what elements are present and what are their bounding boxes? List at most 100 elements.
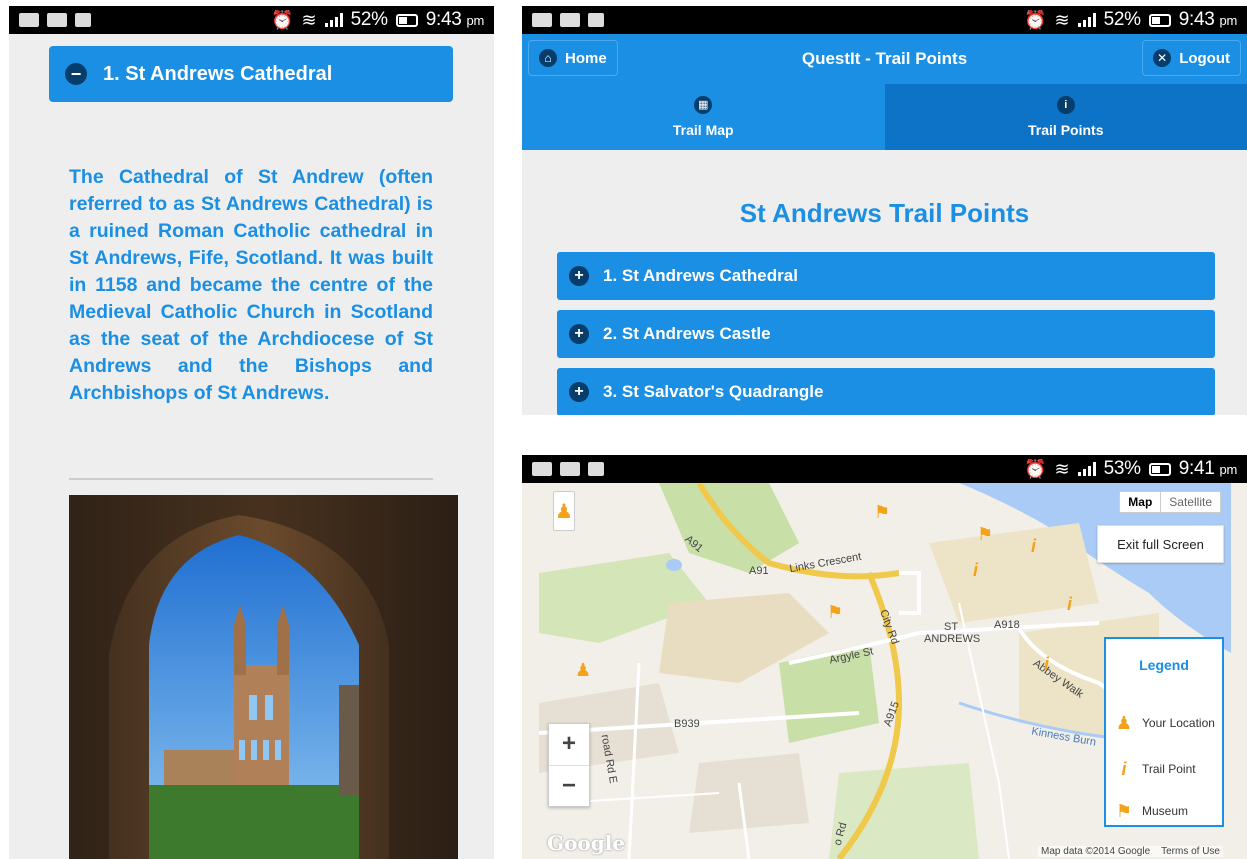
trail-item-cathedral[interactable]: + 1. St Andrews Cathedral — [557, 252, 1215, 300]
person-icon: ♟ — [575, 660, 592, 680]
alarm-icon: ⏰ — [1024, 10, 1047, 30]
trail-item-label: 1. St Andrews Cathedral — [603, 266, 798, 285]
zoom-out-button[interactable]: − — [549, 764, 589, 807]
trail-item-quadrangle[interactable]: + 3. St Salvator's Quadrangle — [557, 368, 1215, 415]
map-type-satellite-button[interactable]: Satellite — [1160, 492, 1220, 512]
terms-of-use-link[interactable]: Terms of Use — [1161, 846, 1220, 857]
map-type-map-button[interactable]: Map — [1120, 492, 1160, 512]
trail-points-heading: St Andrews Trail Points — [739, 198, 1030, 228]
cathedral-description: The Cathedral of St Andrew (often referr… — [69, 166, 433, 404]
minus-circle-icon: − — [65, 63, 87, 85]
person-icon: ♟ — [555, 500, 573, 523]
logout-label: Logout — [1179, 49, 1230, 67]
signal-icon — [1077, 462, 1096, 476]
tab-trail-points[interactable]: i Trail Points — [884, 84, 1247, 150]
logout-button[interactable]: ✕ Logout — [1142, 40, 1241, 76]
collapsible-header-cathedral[interactable]: − 1. St Andrews Cathedral — [49, 46, 453, 102]
keyboard-icon — [560, 13, 580, 27]
plus-circle-icon: + — [569, 266, 589, 286]
alarm-icon: ⏰ — [271, 10, 294, 30]
notification-icon — [532, 13, 552, 27]
info-marker-icon[interactable]: i — [973, 561, 978, 579]
bbm-icon — [588, 13, 604, 27]
notification-icon — [532, 462, 552, 476]
flag-icon[interactable]: ⚑ — [827, 603, 843, 621]
app-header: QuestIt - Trail Points ⌂ Home ✕ Logout — [522, 34, 1247, 84]
zoom-control: + − — [548, 723, 590, 807]
notification-icon — [19, 13, 39, 27]
battery-percent: 52% — [1103, 9, 1141, 30]
google-logo: Google — [547, 831, 626, 855]
status-right-icons: ⏰ ≋ 52% 9:43 pm — [1024, 9, 1237, 31]
clock: 9:43 pm — [425, 9, 485, 30]
alarm-icon: ⏰ — [1024, 459, 1047, 479]
person-icon: ♟ — [1115, 712, 1133, 733]
legend-item-museum: ⚑ Museum — [1106, 799, 1222, 823]
map-label-b939: B939 — [674, 718, 700, 730]
divider — [69, 478, 433, 480]
battery-icon — [395, 13, 418, 27]
status-left-icons — [19, 13, 91, 27]
trail-item-castle[interactable]: + 2. St Andrews Castle — [557, 310, 1215, 358]
info-icon: i — [1056, 96, 1075, 114]
close-icon: ✕ — [1153, 49, 1172, 67]
battery-percent: 52% — [350, 9, 388, 30]
map-label-andrews: ANDREWS — [924, 633, 981, 645]
zoom-in-button[interactable]: + — [549, 724, 589, 765]
plus-circle-icon: + — [569, 382, 589, 402]
legend-title: Legend — [1139, 657, 1189, 673]
home-label: Home — [565, 49, 607, 67]
map-label-st: ST — [944, 621, 959, 633]
home-button[interactable]: ⌂ Home — [528, 40, 618, 76]
trail-points-screen: ⏰ ≋ 52% 9:43 pm QuestIt - Trail Points ⌂… — [522, 6, 1247, 415]
legend-item-trail-point: i Trail Point — [1106, 757, 1222, 781]
legend-item-your-location: ♟ Your Location — [1106, 711, 1222, 735]
status-bar: ⏰ ≋ 53% 9:41 pm — [522, 455, 1247, 483]
tab-label: Trail Points — [1028, 122, 1104, 138]
battery-icon — [1148, 13, 1171, 27]
flag-icon[interactable]: ⚑ — [977, 525, 993, 543]
info-marker-icon[interactable]: i — [1044, 655, 1049, 673]
trail-map-screen: ⏰ ≋ 53% 9:41 pm A91 A91 Links Crescent C… — [522, 455, 1247, 859]
bbm-icon — [588, 462, 604, 476]
map-type-toggle: Map Satellite — [1119, 491, 1221, 513]
cathedral-detail-screen: ⏰ ≋ 52% 9:43 pm − 1. St Andrews Cathedra… — [9, 6, 494, 859]
status-right-icons: ⏰ ≋ 52% 9:43 pm — [271, 9, 484, 31]
trail-map[interactable]: A91 A91 Links Crescent City Rd ST ANDREW… — [539, 483, 1231, 859]
trail-item-label: 2. St Andrews Castle — [603, 324, 771, 343]
battery-icon — [1148, 462, 1171, 476]
exit-full-screen-button[interactable]: Exit full Screen — [1097, 525, 1224, 563]
status-bar: ⏰ ≋ 52% 9:43 pm — [522, 6, 1247, 34]
info-marker-icon: i — [1121, 758, 1127, 779]
page-title: QuestIt - Trail Points — [801, 49, 968, 68]
flag-icon[interactable]: ⚑ — [874, 503, 890, 521]
info-marker-icon[interactable]: i — [1067, 595, 1072, 613]
map-label-a91: A91 — [749, 565, 769, 577]
signal-icon — [1077, 13, 1096, 27]
trail-item-label: 3. St Salvator's Quadrangle — [603, 382, 824, 401]
signal-icon — [324, 13, 343, 27]
legend-label: Museum — [1142, 804, 1189, 818]
tab-label: Trail Map — [672, 122, 734, 138]
wifi-icon: ≋ — [301, 10, 317, 30]
status-left-icons — [532, 13, 604, 27]
info-marker-icon[interactable]: i — [1031, 537, 1036, 555]
map-data-credit: Map data ©2014 Google — [1041, 846, 1151, 857]
grid-icon: ▦ — [694, 96, 713, 114]
battery-percent: 53% — [1103, 458, 1141, 479]
keyboard-icon — [560, 462, 580, 476]
map-attribution: Map data ©2014 Google Terms of Use — [1038, 846, 1223, 857]
flag-icon: ⚑ — [1115, 800, 1133, 821]
cathedral-arch-image — [69, 495, 458, 859]
home-icon: ⌂ — [539, 49, 557, 67]
map-legend: Legend ♟ Your Location i Trail Point ⚑ M… — [1104, 637, 1224, 827]
street-view-pegman[interactable]: ♟ — [553, 491, 575, 531]
map-label-a918: A918 — [994, 619, 1020, 631]
bbm-icon — [75, 13, 91, 27]
cathedral-photo — [69, 495, 458, 859]
status-left-icons — [532, 462, 604, 476]
plus-circle-icon: + — [569, 324, 589, 344]
tab-trail-map[interactable]: ▦ Trail Map — [522, 84, 885, 150]
collapsible-title: 1. St Andrews Cathedral — [103, 62, 333, 85]
tab-bar: ▦ Trail Map i Trail Points — [522, 84, 1247, 150]
